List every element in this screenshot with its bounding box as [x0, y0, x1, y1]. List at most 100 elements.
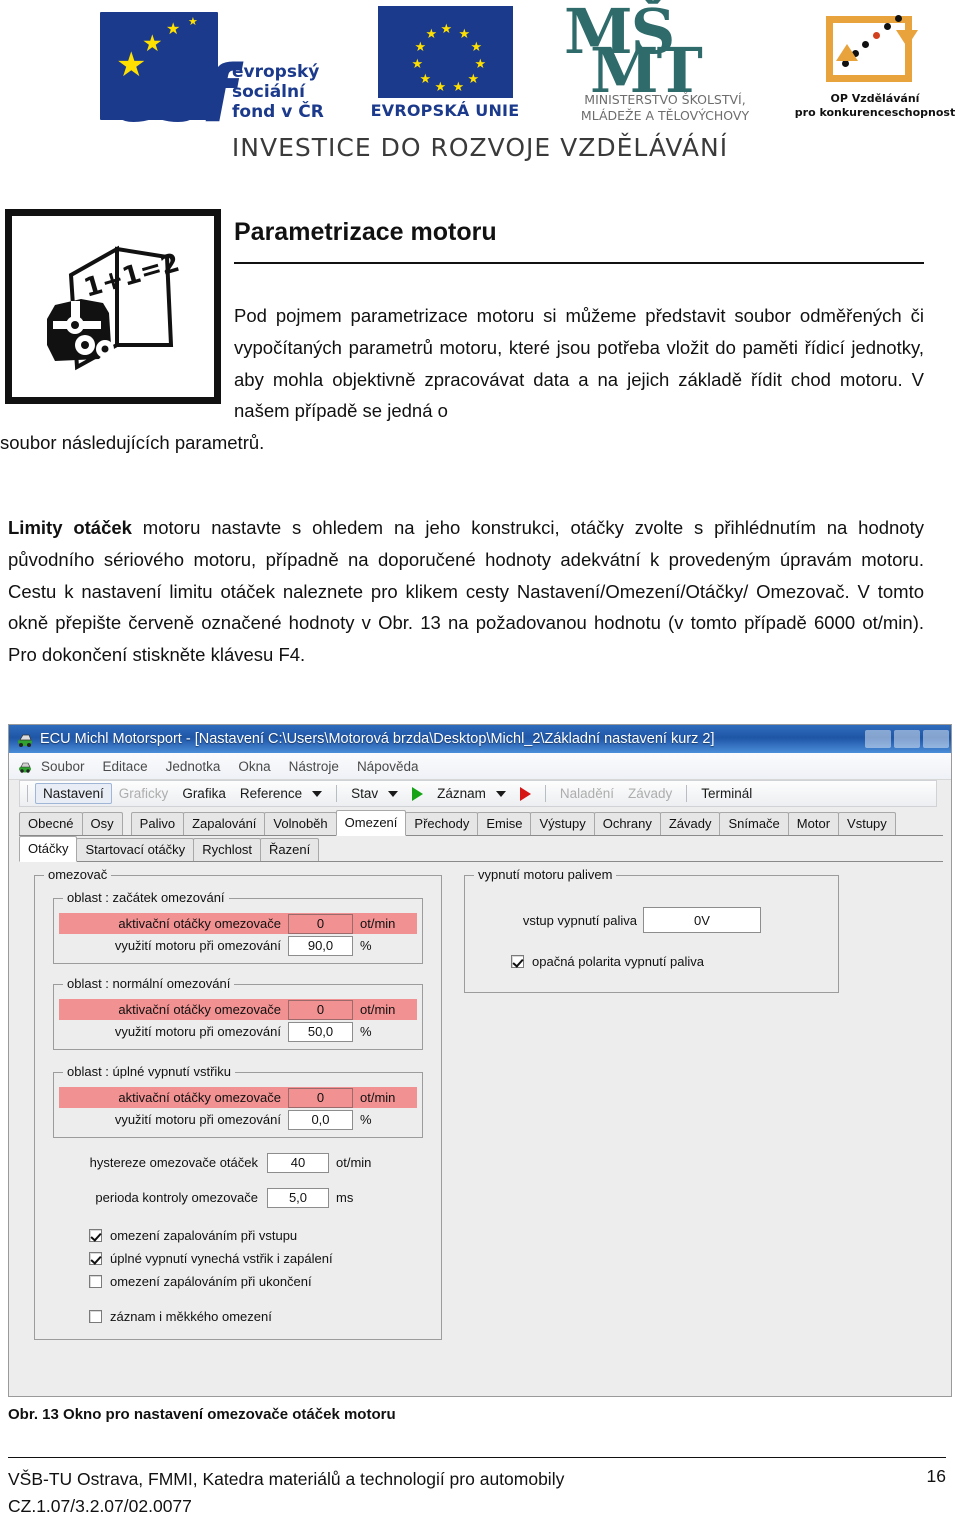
checkbox-row-opacna-polarita[interactable]: opačná polarita vypnutí paliva	[511, 954, 704, 969]
app-menu-logo-icon	[17, 758, 33, 774]
checkbox-row-uplne-vypnuti-vynecha[interactable]: úplné vypnutí vynechá vstřik i zapálení	[89, 1251, 333, 1266]
minimize-button[interactable]	[865, 730, 891, 748]
field-input-vstup-vypnuti-paliva[interactable]: 0V	[643, 907, 761, 933]
subtab-otacky[interactable]: Otáčky	[19, 835, 78, 862]
field-row-vyuziti-motoru-2: využití motoru při omezování 50,0 %	[59, 1021, 417, 1042]
field-row-vyuziti-motoru-1: využití motoru při omezování 90,0 %	[59, 935, 417, 956]
tab-motor[interactable]: Motor	[787, 811, 840, 835]
checkbox-omezeni-zapalovanim-ukonceni[interactable]	[89, 1275, 102, 1288]
opvk-caption-line1: OP Vzdělávání	[830, 92, 920, 105]
tab-snimace[interactable]: Snímače	[719, 811, 789, 835]
tab-omezeni[interactable]: Omezení	[335, 809, 407, 836]
checkbox-zaznam-mekkeho-omezeni[interactable]	[89, 1310, 102, 1323]
group-normalni-omezovani: oblast : normální omezování aktivační ot…	[53, 976, 423, 1050]
eu-caption: EVROPSKÁ UNIE	[370, 101, 520, 120]
tab-zapalovani[interactable]: Zapalování	[183, 811, 266, 835]
chevron-down-icon-zaznam[interactable]	[495, 790, 506, 797]
msmt-caption: MINISTERSTVO ŠKOLSTVÍ, MLÁDEŽE A TĚLOVÝC…	[540, 92, 790, 123]
toolbar-separator	[27, 785, 28, 802]
esf-logo: ★ ★ ★ ★ esf evropský sociální fond v ČR	[100, 6, 350, 134]
secondary-tabstrip[interactable]: Otáčky Startovací otáčky Rychlost Řazení	[19, 835, 943, 862]
tab-zavady[interactable]: Závady	[659, 811, 721, 835]
checkbox-row-zaznam-mekkeho-omezeni[interactable]: záznam i měkkého omezení	[89, 1309, 272, 1324]
menu-item-jednotka[interactable]: Jednotka	[166, 759, 221, 774]
field-label: aktivační otáčky omezovače	[118, 1090, 281, 1105]
toolbar-separator-4	[686, 785, 688, 802]
toolbar-separator-3	[544, 785, 546, 802]
menu-item-nastroje[interactable]: Nástroje	[289, 759, 339, 774]
field-label: perioda kontroly omezovače	[95, 1190, 258, 1205]
primary-tabstrip[interactable]: Obecné Osy Palivo Zapalování Volnoběh Om…	[19, 809, 943, 836]
checkbox-omezeni-zapalovanim-vstup[interactable]	[89, 1229, 102, 1242]
intro-paragraph-main: Pod pojmem parametrizace motoru si můžem…	[234, 305, 924, 422]
subtab-razeni[interactable]: Řazení	[260, 837, 320, 861]
app-menubar[interactable]: Soubor Editace Jednotka Okna Nástroje Ná…	[9, 753, 951, 780]
toolbar-button-nastaveni[interactable]: Nastavení	[35, 783, 112, 804]
checkbox-row-omezeni-zapalovanim-vstup[interactable]: omezení zapalováním při vstupu	[89, 1228, 297, 1243]
toolbar-button-terminal[interactable]: Terminál	[694, 784, 759, 803]
toolbar-button-stav[interactable]: Stav	[344, 784, 385, 803]
tab-obecne[interactable]: Obecné	[19, 811, 83, 835]
group-zacatek-omezovani: oblast : začátek omezování aktivační otá…	[53, 890, 423, 964]
chevron-down-icon-stav[interactable]	[388, 790, 399, 797]
field-input-aktivacni-otacky-3[interactable]: 0	[288, 1087, 353, 1108]
tab-ochrany[interactable]: Ochrany	[593, 811, 661, 835]
field-input-vyuziti-motoru-3[interactable]: 0,0	[288, 1109, 353, 1130]
checkbox-uplne-vypnuti-vynecha[interactable]	[89, 1252, 102, 1265]
app-statusbar	[11, 1382, 951, 1394]
subtab-rychlost[interactable]: Rychlost	[193, 837, 262, 861]
limits-paragraph-lead: Limity otáček	[8, 517, 132, 538]
toolbar-button-reference[interactable]: Reference	[233, 784, 309, 803]
tab-palivo[interactable]: Palivo	[130, 811, 185, 835]
field-label: využití motoru při omezování	[114, 1112, 281, 1127]
tab-osy[interactable]: Osy	[81, 811, 123, 835]
eu-logo: ★ ★ ★ ★ ★ ★ ★ ★ ★ ★ ★ ★ EVROPSKÁ UNIE	[350, 6, 540, 126]
app-logo-icon	[16, 730, 34, 748]
toolbar-button-grafika[interactable]: Grafika	[175, 784, 233, 803]
chevron-down-icon-reference[interactable]	[312, 790, 323, 797]
msmt-wordmark: MŠ MT	[564, 1, 764, 102]
app-toolbar[interactable]: Nastavení Graficky Grafika Reference Sta…	[19, 780, 937, 807]
field-input-vyuziti-motoru-1[interactable]: 90,0	[288, 935, 353, 956]
subtab-startovaci-otacky[interactable]: Startovací otáčky	[76, 837, 195, 861]
opvk-mark-icon	[818, 8, 926, 92]
tab-prechody[interactable]: Přechody	[405, 811, 479, 835]
field-input-aktivacni-otacky-1[interactable]: 0	[288, 913, 353, 934]
page-title: Parametrizace motoru	[234, 218, 497, 246]
opvk-caption: OP Vzdělávání pro konkurenceschopnost	[778, 92, 960, 121]
play-red-icon[interactable]	[519, 786, 531, 801]
field-label: využití motoru při omezování	[114, 1024, 281, 1039]
tab-vstupy[interactable]: Vstupy	[838, 811, 896, 835]
limits-paragraph: Limity otáček motoru nastavte s ohledem …	[8, 512, 924, 671]
field-input-hystereze[interactable]: 40	[267, 1152, 329, 1173]
field-input-perioda-kontroly[interactable]: 5,0	[267, 1187, 329, 1208]
limits-paragraph-body: motoru nastavte s ohledem na jeho konstr…	[8, 517, 924, 666]
checkbox-label: záznam i měkkého omezení	[110, 1309, 272, 1324]
checkbox-row-omezeni-zapalovanim-ukonceni[interactable]: omezení zapálováním při ukončení	[89, 1274, 312, 1289]
tab-volnobeh[interactable]: Volnoběh	[264, 811, 337, 835]
logo-row: ★ ★ ★ ★ esf evropský sociální fond v ČR …	[100, 1, 960, 134]
field-row-vstup-vypnuti-paliva: vstup vypnutí paliva 0V	[487, 906, 817, 934]
title-divider	[234, 262, 924, 264]
figure-caption: Obr. 13 Okno pro nastavení omezovače otá…	[8, 1406, 396, 1423]
field-unit: ot/min	[336, 1155, 372, 1170]
field-input-aktivacni-otacky-2[interactable]: 0	[288, 999, 353, 1020]
esf-caption: evropský sociální fond v ČR	[232, 62, 324, 126]
menu-item-editace[interactable]: Editace	[103, 759, 148, 774]
menu-item-napoveda[interactable]: Nápověda	[357, 759, 419, 774]
field-input-vyuziti-motoru-2[interactable]: 50,0	[288, 1021, 353, 1042]
maximize-button[interactable]	[894, 730, 920, 748]
close-button[interactable]	[923, 730, 949, 748]
opvk-logo: OP Vzdělávání pro konkurenceschopnost	[790, 6, 960, 126]
tab-emise[interactable]: Emise	[477, 811, 532, 835]
checkbox-opacna-polarita[interactable]	[511, 955, 524, 968]
field-row-aktivacni-otacky-1: aktivační otáčky omezovače 0 ot/min	[59, 913, 417, 934]
tab-vystupy[interactable]: Výstupy	[530, 811, 595, 835]
msmt-mark-line2: MT	[590, 33, 703, 107]
play-green-icon[interactable]	[412, 786, 424, 801]
menu-item-soubor[interactable]: Soubor	[41, 759, 85, 774]
window-controls[interactable]	[865, 730, 949, 748]
toolbar-button-zaznam[interactable]: Záznam	[430, 784, 493, 803]
menu-item-okna[interactable]: Okna	[238, 759, 270, 774]
esf-wordmark: esf	[110, 50, 235, 140]
